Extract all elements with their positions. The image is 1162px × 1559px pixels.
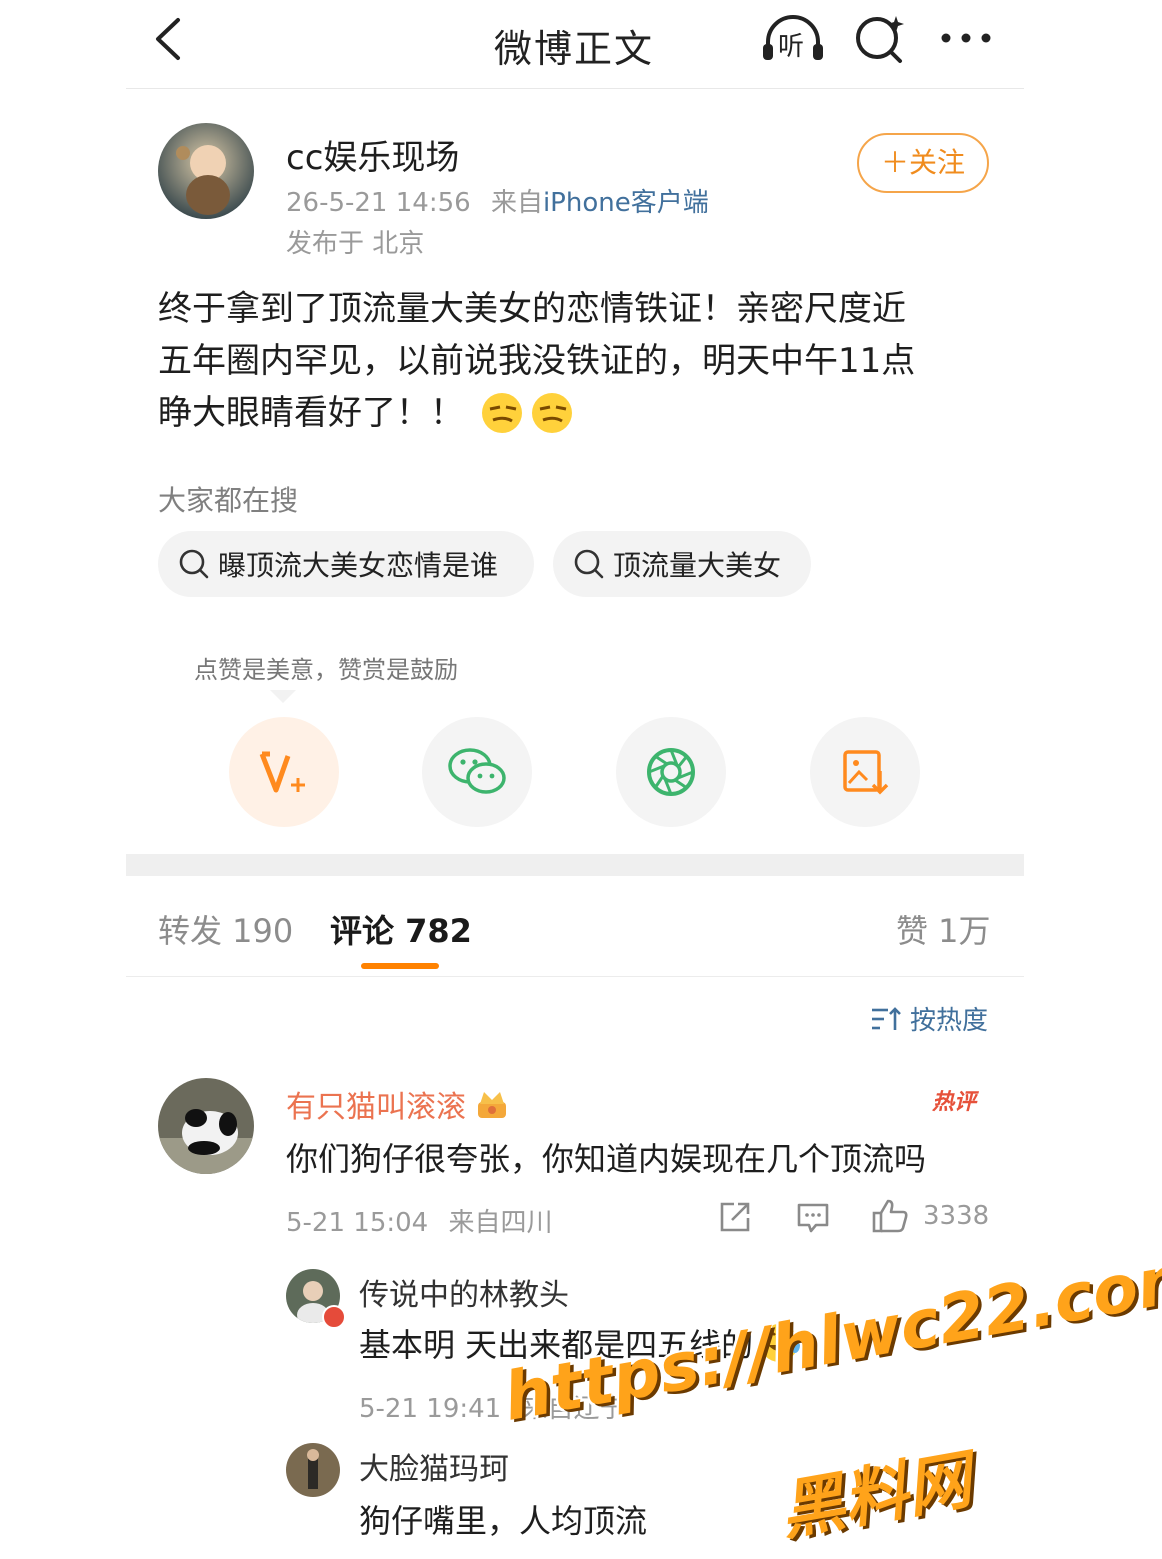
reward-tip: 点赞是美意，赞赏是鼓励 bbox=[194, 656, 458, 684]
reward-button[interactable] bbox=[229, 717, 339, 827]
sort-button[interactable]: 按热度 bbox=[870, 1000, 988, 1037]
comment-text: 你们狗仔很夸张，你知道内娱现在几个顶流吗 bbox=[286, 1140, 927, 1178]
comment-time: 5-21 15:04 bbox=[286, 1208, 429, 1238]
post-time: 26-5-21 14:56 bbox=[286, 188, 471, 218]
more-button[interactable] bbox=[938, 28, 994, 48]
tab-repost[interactable]: 转发 190 bbox=[158, 906, 293, 952]
listen-button[interactable]: 听 bbox=[760, 12, 826, 66]
moments-icon bbox=[647, 748, 695, 796]
post-line-3: 睁大眼睛看好了！！ bbox=[158, 387, 998, 439]
post-source[interactable]: iPhone客户端 bbox=[543, 188, 709, 218]
thumbs-up-icon bbox=[872, 1199, 908, 1233]
reward-v-icon bbox=[259, 751, 305, 793]
save-image-icon bbox=[843, 750, 889, 795]
post-meta: 26-5-21 14:56 来自iPhone客户端 bbox=[286, 182, 709, 219]
comment-share-button[interactable] bbox=[718, 1200, 752, 1238]
hot-comment-badge: 热评 bbox=[932, 1090, 977, 1115]
tab-comments[interactable]: 评论 782 bbox=[330, 906, 472, 952]
commenter-avatar[interactable] bbox=[158, 1078, 254, 1174]
tip-pointer bbox=[270, 690, 296, 703]
active-tab-indicator bbox=[361, 963, 439, 969]
search-chip[interactable]: 顶流量大美女 bbox=[553, 531, 811, 597]
author-avatar[interactable] bbox=[158, 123, 254, 219]
search-button[interactable] bbox=[852, 12, 908, 66]
search-chip[interactable]: 曝顶流大美女恋情是谁 bbox=[158, 531, 534, 597]
reply-avatar[interactable] bbox=[286, 1443, 340, 1497]
crown-badge-icon bbox=[478, 1092, 506, 1118]
vip-badge-icon bbox=[322, 1305, 346, 1329]
post-line: 五年圈内罕见，以前说我没铁证的，明天中午11点 bbox=[158, 341, 916, 381]
avatar-image bbox=[286, 1443, 340, 1497]
search-chip-label: 顶流量大美女 bbox=[613, 549, 782, 582]
sort-icon bbox=[872, 1006, 901, 1030]
tabs-divider bbox=[126, 976, 1024, 977]
wechat-share-button[interactable] bbox=[422, 717, 532, 827]
share-icon bbox=[720, 1202, 750, 1232]
author-name[interactable]: cc娱乐现场 bbox=[286, 130, 459, 179]
avatar-image bbox=[158, 123, 254, 219]
panda-avatar-image bbox=[158, 1078, 254, 1174]
comment-location: 来自四川 bbox=[448, 1208, 553, 1238]
follow-button[interactable]: ＋关注 bbox=[857, 133, 989, 193]
search-chip-label: 曝顶流大美女恋情是谁 bbox=[218, 549, 499, 582]
header-divider bbox=[126, 88, 1024, 89]
sort-label: 按热度 bbox=[910, 1006, 989, 1036]
watermark-site-name: 黑料网 bbox=[774, 1443, 977, 1550]
tab-likes[interactable]: 赞 1万 bbox=[896, 906, 991, 952]
wechat-icon bbox=[448, 748, 506, 794]
search-heading: 大家都在搜 bbox=[158, 484, 299, 517]
post-body: 终于拿到了顶流量大美女的恋情铁证！亲密尺度近 五年圈内罕见，以前说我没铁证的，明… bbox=[158, 283, 998, 439]
reply-author[interactable]: 大脸猫玛珂 bbox=[359, 1444, 509, 1488]
search-icon bbox=[179, 549, 209, 579]
like-count: 3338 bbox=[923, 1201, 990, 1231]
reply-icon bbox=[797, 1203, 829, 1233]
save-image-button[interactable] bbox=[810, 717, 920, 827]
search-icon bbox=[574, 549, 604, 579]
comment-reply-button[interactable] bbox=[796, 1200, 830, 1238]
post-location: 发布于 北京 bbox=[286, 229, 425, 259]
section-divider bbox=[126, 854, 1024, 876]
post-line: 睁大眼睛看好了！！ bbox=[158, 393, 464, 433]
reply-text: 狗仔嘴里，人均顶流 bbox=[359, 1502, 648, 1540]
moments-share-button[interactable] bbox=[616, 717, 726, 827]
more-dots-icon bbox=[941, 33, 991, 43]
comment-meta: 5-21 15:04 来自四川 bbox=[286, 1202, 552, 1239]
source-prefix: 来自 bbox=[490, 188, 543, 218]
comment-like-button[interactable]: 3338 bbox=[871, 1198, 989, 1234]
commenter-name[interactable]: 有只猫叫滚滚 bbox=[286, 1082, 466, 1126]
reply-author[interactable]: 传说中的林教头 bbox=[359, 1270, 569, 1314]
search-sparkle-icon bbox=[856, 16, 904, 63]
listen-label: 听 bbox=[778, 32, 805, 62]
reply-time: 5-21 19:41 bbox=[359, 1394, 502, 1424]
post-line: 终于拿到了顶流量大美女的恋情铁证！亲密尺度近 bbox=[158, 289, 906, 329]
smirk-emoji-icon bbox=[482, 393, 572, 433]
commenter-name-row: 有只猫叫滚滚 bbox=[286, 1082, 510, 1126]
